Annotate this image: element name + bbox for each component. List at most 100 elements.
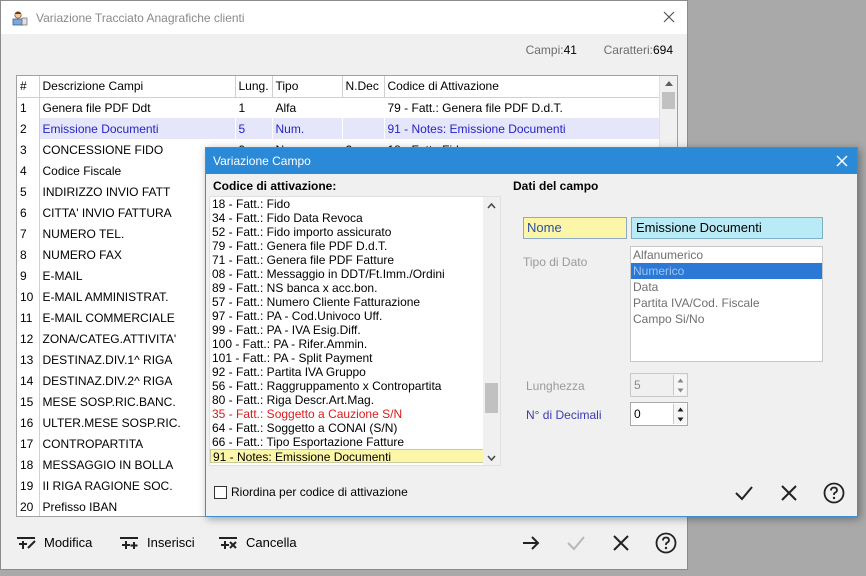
list-item[interactable]: 99 - Fatt.: PA - IVA Esig.Diff. [210, 323, 485, 337]
list-item[interactable]: 34 - Fatt.: Fido Data Revoca [210, 211, 485, 225]
cancel-x-icon[interactable] [778, 482, 800, 504]
decimali-label: N° di Decimali [526, 408, 602, 422]
tipo-dato-label: Tipo di Dato [523, 255, 588, 269]
dialog-titlebar: Variazione Campo [206, 148, 857, 174]
tipo-option[interactable]: Campo Si/No [631, 311, 822, 327]
nome-input[interactable]: Emissione Documenti [631, 217, 823, 239]
list-item[interactable]: 71 - Fatt.: Genera file PDF Fatture [210, 253, 485, 267]
list-item[interactable]: 52 - Fatt.: Fido importo assicurato [210, 225, 485, 239]
table-cell [342, 118, 385, 139]
row-number: 18 [17, 454, 40, 475]
list-item[interactable]: 66 - Fatt.: Tipo Esportazione Fatture [210, 435, 485, 449]
help-icon[interactable] [655, 532, 677, 554]
caratteri-label: Caratteri: [603, 43, 653, 57]
scroll-up-icon[interactable] [665, 81, 673, 86]
modifica-label: Modifica [44, 534, 93, 550]
help-icon[interactable] [823, 482, 845, 504]
tipo-option[interactable]: Numerico [631, 263, 822, 279]
main-toolbar: Modifica Inserisci Cancella [1, 517, 687, 569]
inserisci-button[interactable]: Inserisci [119, 531, 195, 553]
decimali-stepper[interactable]: 0 [630, 402, 688, 426]
list-item[interactable]: 18 - Fatt.: Fido [210, 197, 485, 211]
list-item[interactable]: 100 - Fatt.: PA - Rifer.Ammin. [210, 337, 485, 351]
list-item[interactable]: 08 - Fatt.: Messaggio in DDT/Ft.Imm./Ord… [210, 267, 485, 281]
codelist-scrollbar[interactable] [483, 197, 500, 465]
list-item[interactable]: 44 - Sosp.: Attività Esercitata [210, 463, 485, 465]
tipo-option[interactable]: Alfanumerico [631, 247, 822, 263]
grid-header-row: # Descrizione Campi Lung. Tipo N.Dec Cod… [17, 76, 661, 98]
chevron-up-icon[interactable] [487, 203, 496, 209]
row-number: 5 [17, 181, 40, 202]
table-cell [342, 97, 385, 118]
grid-header-cell[interactable]: # [17, 76, 40, 98]
list-item[interactable]: 80 - Fatt.: Riga Descr.Art.Mag. [210, 393, 485, 407]
grid-header-cell[interactable]: Lung. [235, 76, 273, 98]
list-item[interactable]: 64 - Fatt.: Soggetto a CONAI (S/N) [210, 421, 485, 435]
insert-row-icon [120, 537, 138, 549]
stepper-up-icon[interactable] [674, 375, 686, 385]
chevron-down-icon[interactable] [487, 455, 496, 461]
scroll-thumb[interactable] [662, 92, 675, 109]
close-icon[interactable] [835, 154, 849, 168]
variazione-campo-dialog: Variazione Campo Codice di attivazione: … [205, 147, 858, 517]
row-number: 8 [17, 244, 40, 265]
grid-header-cell[interactable]: N.Dec [342, 76, 385, 98]
stepper-down-icon[interactable] [674, 385, 686, 395]
table-cell: Genera file PDF Ddt [39, 97, 236, 118]
row-number: 9 [17, 265, 40, 286]
list-item[interactable]: 92 - Fatt.: Partita IVA Gruppo [210, 365, 485, 379]
confirm-check-icon[interactable] [565, 532, 587, 554]
campi-label: Campi: [525, 43, 564, 57]
table-cell: 5 [235, 118, 273, 139]
cancella-button[interactable]: Cancella [218, 531, 297, 553]
riordina-checkbox-row[interactable]: Riordina per codice di attivazione [214, 485, 408, 499]
grid-header-cell[interactable]: Descrizione Campi [39, 76, 236, 98]
cancel-x-icon[interactable] [610, 532, 632, 554]
grid-header-cell[interactable]: Tipo [272, 76, 343, 98]
table-cell: Alfa [272, 97, 343, 118]
edit-row-icon [17, 537, 36, 549]
table-cell: Num. [272, 118, 343, 139]
lunghezza-value: 5 [634, 378, 641, 392]
campi-value: 41 [563, 43, 577, 57]
codici-section-title: Codice di attivazione: [213, 179, 337, 193]
caratteri-value: 694 [652, 43, 673, 57]
row-number: 7 [17, 223, 40, 244]
activation-code-list[interactable]: 18 - Fatt.: Fido 34 - Fatt.: Fido Data Re… [209, 196, 501, 466]
table-row[interactable]: 2 Emissione Documenti 5 Num. 91 - Notes: Emi… [17, 118, 661, 139]
nome-label: Nome [523, 217, 627, 239]
list-item[interactable]: 89 - Fatt.: NS banca x acc.bon. [210, 281, 485, 295]
tipo-option[interactable]: Partita IVA/Cod. Fiscale [631, 295, 822, 311]
arrow-right-icon[interactable] [520, 532, 542, 554]
field-counts: Campi:41 Caratteri:694 [526, 43, 673, 57]
lunghezza-stepper[interactable]: 5 [630, 373, 688, 397]
stepper-down-icon[interactable] [674, 414, 686, 424]
close-icon[interactable] [661, 9, 677, 25]
row-number: 16 [17, 412, 40, 433]
list-item[interactable]: 57 - Fatt.: Numero Cliente Fatturazione [210, 295, 485, 309]
table-cell: 79 - Fatt.: Genera file PDF D.d.T. [384, 97, 661, 118]
list-item[interactable]: 35 - Fatt.: Soggetto a Cauzione S/N [210, 407, 485, 421]
list-item[interactable]: 97 - Fatt.: PA - Cod.Univoco Uff. [210, 309, 485, 323]
list-item[interactable]: 56 - Fatt.: Raggruppamento x Controparti… [210, 379, 485, 393]
grid-header-cell[interactable]: Codice di Attivazione [384, 76, 661, 98]
row-number: 3 [17, 139, 40, 160]
table-cell: 91 - Notes: Emissione Documenti [384, 118, 661, 139]
tipo-dato-list[interactable]: Alfanumerico Numerico Data Partita IVA/Cod.… [630, 246, 823, 362]
confirm-check-icon[interactable] [733, 482, 755, 504]
list-item[interactable]: 79 - Fatt.: Genera file PDF D.d.T. [210, 239, 485, 253]
tipo-option[interactable]: Data [631, 279, 822, 295]
list-item[interactable]: 91 - Notes: Emissione Documenti [210, 449, 485, 463]
riordina-checkbox[interactable] [214, 485, 227, 499]
main-titlebar: Variazione Tracciato Anagrafiche clienti [1, 1, 687, 34]
row-number: 14 [17, 370, 40, 391]
table-row[interactable]: 1 Genera file PDF Ddt 1 Alfa 79 - Fatt.: Gen… [17, 97, 661, 118]
main-title: Variazione Tracciato Anagrafiche clienti [36, 10, 245, 25]
row-number: 13 [17, 349, 40, 370]
stepper-up-icon[interactable] [674, 404, 686, 414]
list-item[interactable]: 101 - Fatt.: PA - Split Payment [210, 351, 485, 365]
modifica-button[interactable]: Modifica [16, 531, 92, 553]
riordina-label: Riordina per codice di attivazione [231, 485, 408, 499]
row-number: 17 [17, 433, 40, 454]
codelist-scroll-thumb[interactable] [485, 383, 498, 413]
